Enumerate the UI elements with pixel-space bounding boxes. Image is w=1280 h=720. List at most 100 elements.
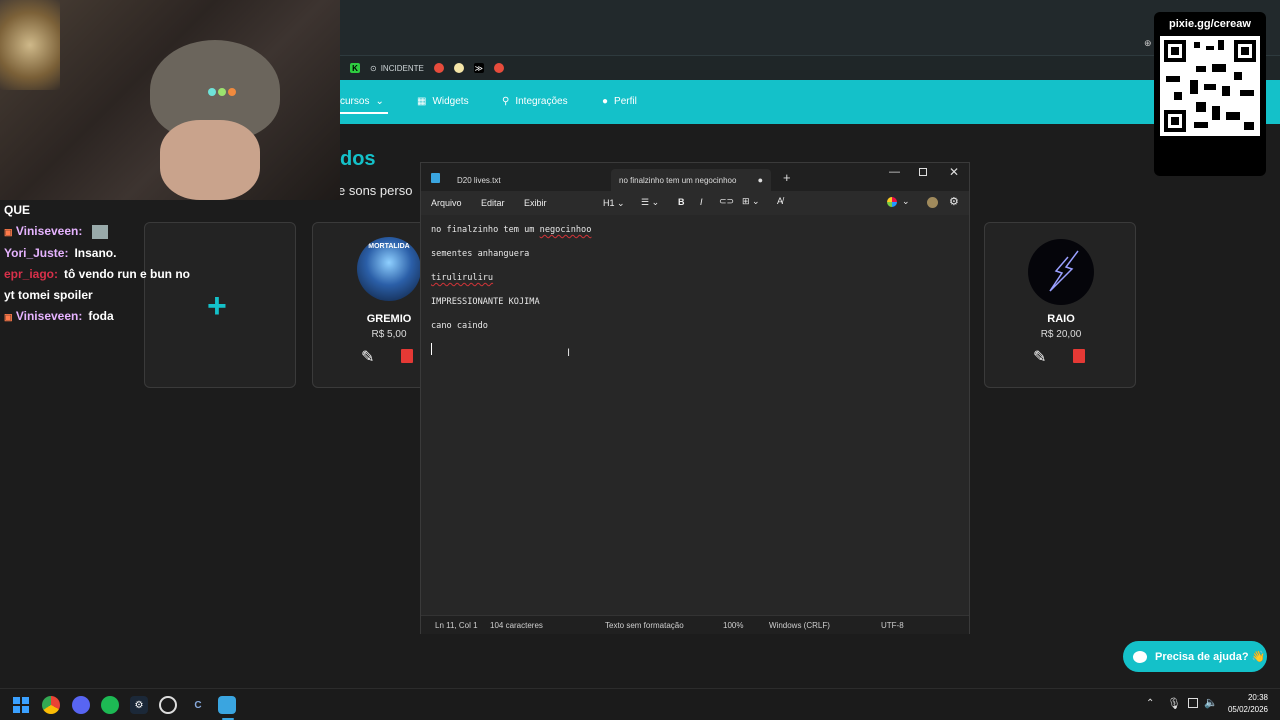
heading-select[interactable]: H1 ⌄ bbox=[603, 198, 625, 209]
spotify-icon[interactable] bbox=[101, 696, 119, 714]
qr-code-panel: pixie.gg/cereaw bbox=[1154, 12, 1266, 176]
nav-integracoes[interactable]: ⚲ Integrações bbox=[502, 96, 568, 107]
unsaved-dot-icon[interactable]: ● bbox=[758, 175, 763, 185]
webcam-feed bbox=[0, 0, 340, 200]
tab-d20-lives[interactable]: D20 lives.txt bbox=[449, 169, 509, 191]
help-button[interactable]: Precisa de ajuda? 👋 bbox=[1123, 641, 1267, 672]
notepad-titlebar: D20 lives.txt no finalzinho tem um negoc… bbox=[421, 163, 969, 191]
tab-label: no finalzinho tem um negocinhoo bbox=[619, 175, 737, 185]
minimize-button[interactable]: — bbox=[889, 166, 900, 178]
table-icon[interactable]: ⊞ ⌄ bbox=[742, 196, 760, 207]
new-tab-button[interactable]: + bbox=[783, 170, 791, 185]
copilot-icon[interactable] bbox=[887, 197, 897, 207]
italic-icon[interactable]: I bbox=[700, 197, 703, 207]
card-price: R$ 20,00 bbox=[1040, 329, 1082, 340]
obs-icon[interactable] bbox=[159, 696, 177, 714]
windows-start-icon[interactable] bbox=[12, 696, 30, 714]
gear-red-icon bbox=[493, 63, 504, 73]
tab-active-document[interactable]: no finalzinho tem um negocinhoo ● bbox=[611, 169, 771, 191]
bold-icon[interactable]: B bbox=[678, 197, 685, 207]
menu-exibir[interactable]: Exibir bbox=[524, 198, 547, 208]
chat-message: QUE bbox=[4, 203, 31, 217]
tray-chevron-icon[interactable]: ⌃ bbox=[1146, 698, 1154, 709]
chat-message: yt tomei spoiler bbox=[4, 288, 93, 302]
user-icon: ● bbox=[602, 96, 609, 107]
chat-message: Yori_Juste: Insano. bbox=[4, 246, 117, 260]
nav-widgets[interactable]: ▦ Widgets bbox=[417, 96, 469, 107]
text-line: IMPRESSIONANTE KOJIMA bbox=[431, 297, 540, 307]
maximize-button[interactable] bbox=[919, 168, 927, 176]
bookmark-label: INCIDENTE bbox=[380, 63, 424, 73]
chat-bubble-icon bbox=[1133, 650, 1147, 663]
integrations-icon: ⚲ bbox=[502, 96, 510, 107]
clock-date[interactable]: 05/02/2026 bbox=[1224, 705, 1268, 714]
microphone-icon[interactable]: 🎙 bbox=[1167, 697, 1181, 710]
network-icon[interactable] bbox=[1188, 698, 1198, 708]
gear-icon[interactable]: ⚙ bbox=[949, 195, 959, 208]
edit-icon[interactable]: ✎ bbox=[361, 347, 374, 367]
bookmark-incidente[interactable]: ⊙ INCIDENTE bbox=[370, 64, 424, 73]
page-subtitle: e sons perso bbox=[338, 183, 413, 198]
chevron-down-icon: ⌄ bbox=[375, 96, 384, 107]
menu-arquivo[interactable]: Arquivo bbox=[431, 198, 462, 208]
edit-icon[interactable]: ✎ bbox=[1033, 347, 1046, 367]
speaker-icon[interactable]: 🔈 bbox=[1204, 696, 1218, 709]
clock-time[interactable]: 20:38 bbox=[1240, 693, 1268, 702]
badge-icon: ▣ bbox=[4, 227, 13, 237]
list-icon[interactable]: ☰ ⌄ bbox=[641, 197, 659, 208]
nav-recursos[interactable]: cursos ⌄ bbox=[340, 96, 384, 107]
trash-icon[interactable] bbox=[401, 349, 413, 363]
discord-icon[interactable] bbox=[72, 696, 90, 714]
fire-icon bbox=[433, 63, 444, 73]
taskbar: ⚙ C ⌃ 🎙 🔈 20:38 05/02/2026 bbox=[0, 688, 1280, 720]
notepad-window: D20 lives.txt no finalzinho tem um negoc… bbox=[420, 162, 970, 634]
close-button[interactable]: ✕ bbox=[949, 165, 959, 179]
ccleaner-icon[interactable]: C bbox=[189, 696, 207, 714]
qr-label: pixie.gg/cereaw bbox=[1169, 18, 1251, 30]
help-button-label: Precisa de ajuda? 👋 bbox=[1155, 651, 1266, 663]
bookmark-red[interactable] bbox=[493, 63, 504, 73]
thumbnail-text: MORTALIDA bbox=[368, 243, 410, 250]
face-shape bbox=[160, 120, 260, 200]
notepad-taskbar-icon[interactable] bbox=[218, 696, 236, 714]
qr-code-icon bbox=[1160, 36, 1260, 136]
clear-format-icon[interactable]: A̸ bbox=[777, 196, 783, 206]
card-title: RAIO bbox=[1047, 313, 1075, 325]
profile-icon[interactable]: ⊕ bbox=[1144, 38, 1152, 49]
status-zoom[interactable]: 100% bbox=[723, 621, 743, 630]
notepad-menubar: Arquivo Editar Exibir H1 ⌄ ☰ ⌄ B I ⊂⊃ ⊞ … bbox=[421, 191, 969, 215]
menu-editar[interactable]: Editar bbox=[481, 198, 505, 208]
nav-recursos-label: cursos bbox=[340, 96, 370, 107]
lightning-icon bbox=[1049, 250, 1079, 292]
text-line: cano caindo bbox=[431, 321, 488, 331]
chevron-down-icon[interactable]: ⌄ bbox=[902, 196, 910, 207]
link-icon[interactable]: ⊂⊃ bbox=[719, 196, 734, 207]
nav-perfil-label: Perfil bbox=[614, 96, 637, 107]
tab-label: D20 lives.txt bbox=[457, 175, 501, 185]
app-nav-bar: cursos ⌄ ▦ Widgets ⚲ Integrações ● Perfi… bbox=[340, 80, 1280, 124]
chrome-icon[interactable] bbox=[42, 696, 60, 714]
chat-message: epr_iago: tô vendo run e bun no bbox=[4, 267, 191, 281]
avatar[interactable] bbox=[927, 197, 938, 208]
text-caret bbox=[431, 343, 432, 355]
browser-top-bar: ⊕ bbox=[340, 0, 1280, 56]
nav-perfil[interactable]: ● Perfil bbox=[602, 96, 637, 107]
sound-card-raio[interactable]: RAIO R$ 20,00 ✎ bbox=[984, 222, 1136, 388]
badge-icon: ▣ bbox=[4, 312, 13, 322]
bookmark-fire[interactable] bbox=[433, 63, 444, 73]
kick-icon: K bbox=[350, 63, 360, 73]
terminal-icon: ≫ bbox=[473, 63, 484, 73]
heading-select-value: H1 bbox=[603, 198, 615, 208]
status-line-ending: Windows (CRLF) bbox=[769, 621, 830, 630]
page-title: dos bbox=[340, 148, 376, 170]
steam-icon[interactable]: ⚙ bbox=[130, 696, 148, 714]
status-position: Ln 11, Col 1 bbox=[435, 621, 478, 630]
nav-integracoes-label: Integrações bbox=[515, 96, 568, 107]
bookmark-kick[interactable]: K bbox=[350, 63, 360, 73]
notepad-statusbar: Ln 11, Col 1 104 caracteres Texto sem fo… bbox=[421, 615, 969, 634]
bookmark-pill[interactable] bbox=[453, 63, 464, 73]
bookmark-terminal[interactable]: ≫ bbox=[473, 63, 484, 73]
notepad-editor[interactable]: no finalzinho tem um negocinhoo sementes… bbox=[421, 215, 969, 615]
chat-message: ▣ Viniseveen: bbox=[0, 221, 340, 243]
trash-icon[interactable] bbox=[1073, 349, 1085, 363]
